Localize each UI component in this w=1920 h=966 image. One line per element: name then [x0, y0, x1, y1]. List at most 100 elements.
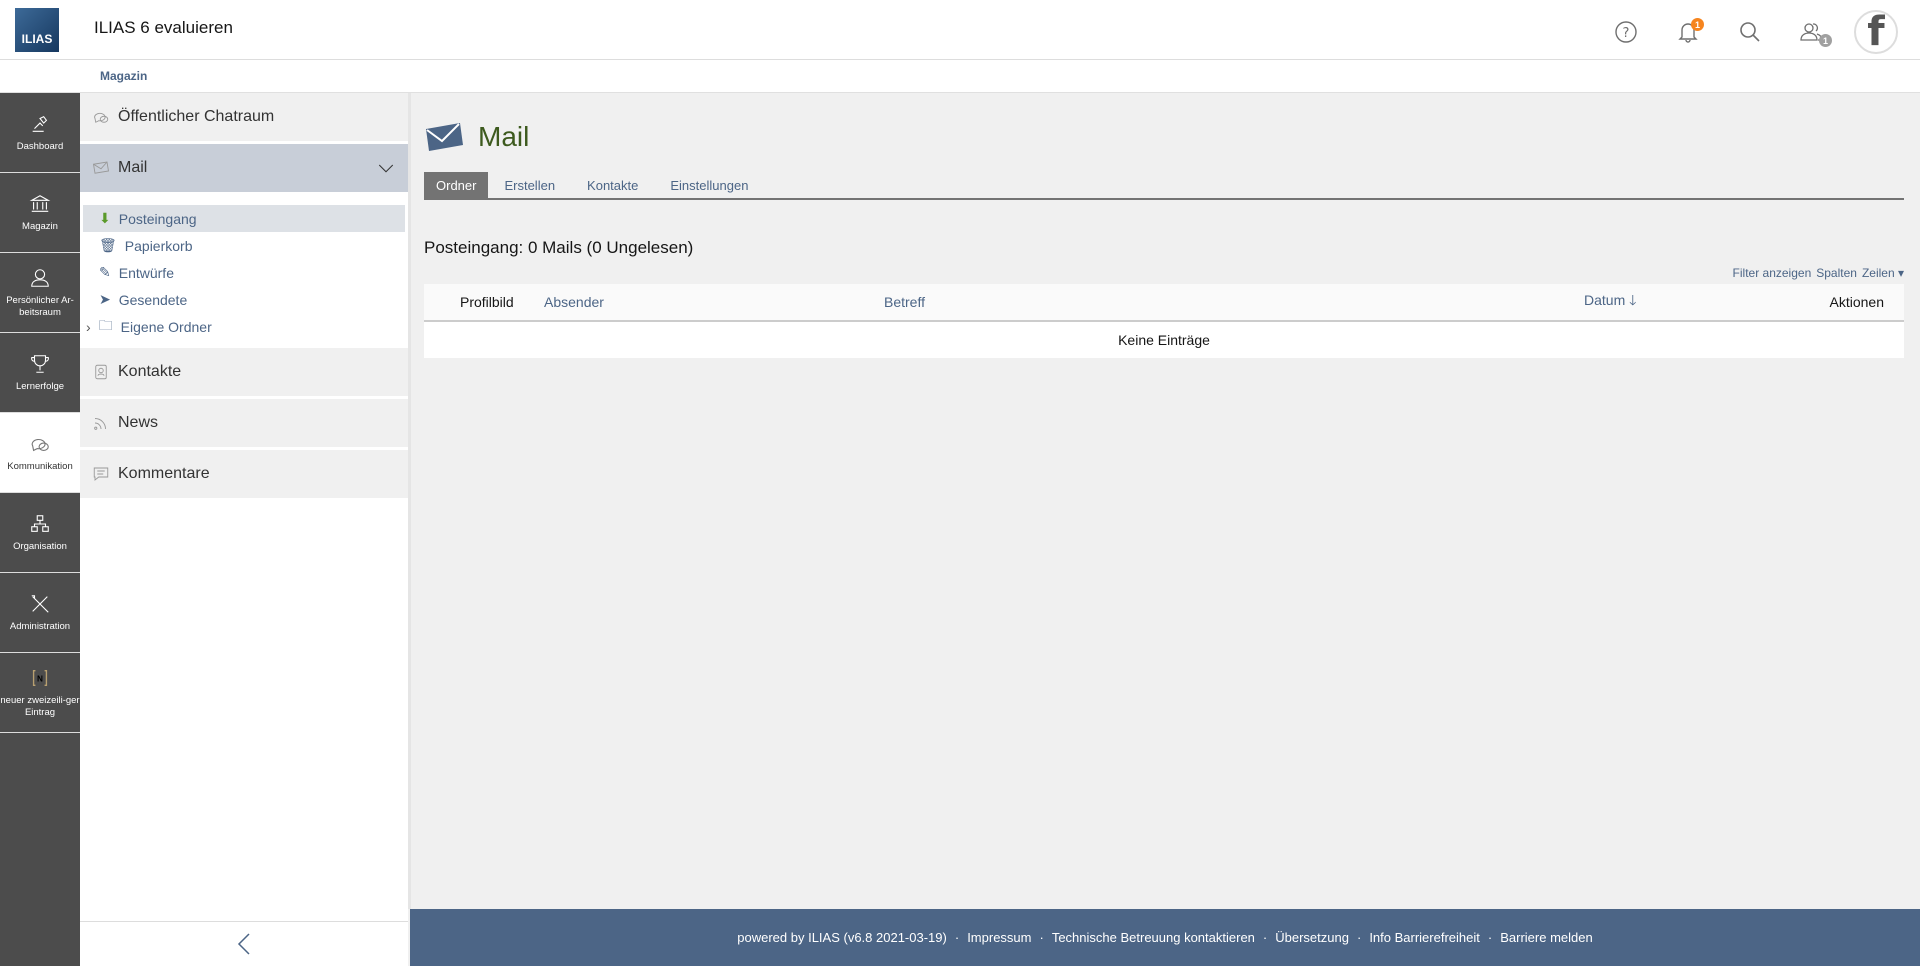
mainbar-item-personal-workspace[interactable]: Persönlicher Ar-beitsraum — [0, 253, 80, 333]
ilias-logo[interactable]: ILIAS — [15, 8, 59, 52]
show-filter-link[interactable]: Filter anzeigen — [1733, 266, 1812, 280]
tab-einstellungen[interactable]: Einstellungen — [654, 172, 764, 198]
page-title: Mail — [478, 121, 530, 152]
communication-slate: Öffentlicher Chatraum Mail ⬇ Posteingang … — [80, 93, 408, 966]
footer-link-translation[interactable]: Übersetzung — [1275, 930, 1349, 945]
slate-item-label: Mail — [118, 159, 148, 176]
mainbar-label: Lernerfolge — [15, 380, 65, 392]
header: ILIAS ILIAS 6 evaluieren ? 1 1 f — [0, 0, 1920, 60]
trophy-icon — [31, 354, 49, 373]
tools-icon — [31, 594, 49, 613]
mainbar-item-dashboard[interactable]: Dashboard — [0, 93, 80, 173]
slate-item-label: News — [118, 414, 159, 431]
contact-card-icon — [95, 364, 107, 380]
tab-bar: Ordner Erstellen Kontakte Einstellungen — [424, 172, 1904, 200]
breadcrumb-item-magazin[interactable]: Magazin — [100, 69, 147, 83]
column-absender[interactable]: Absender — [544, 284, 884, 322]
trash-icon: 🗑 — [99, 237, 117, 253]
slate-scrollbar[interactable] — [408, 93, 411, 909]
footer-link-impressum[interactable]: Impressum — [967, 930, 1031, 945]
svg-text:?: ? — [1623, 26, 1630, 41]
footer-link-accessibility-info[interactable]: Info Barrierefreiheit — [1369, 930, 1480, 945]
column-datum-label: Datum — [1584, 292, 1626, 308]
send-icon: ➤ — [99, 291, 111, 307]
mainbar-item-kommunikation[interactable]: Kommunikation — [0, 413, 80, 493]
search-icon[interactable] — [1730, 12, 1770, 52]
tab-ordner[interactable]: Ordner — [424, 172, 489, 198]
rows-dropdown[interactable]: Zeilen ▾ — [1862, 266, 1904, 280]
breadcrumb: Magazin — [0, 60, 1920, 93]
footer-link-report-barrier[interactable]: Barriere melden — [1500, 930, 1593, 945]
mail-envelope-icon — [426, 123, 463, 151]
tab-erstellen[interactable]: Erstellen — [488, 172, 571, 198]
mainbar-item-custom-entry[interactable]: Nneuer zweizeili-ger Eintrag — [0, 653, 80, 733]
chevron-down-icon[interactable] — [376, 159, 396, 177]
folder-icon: 🗀 — [98, 316, 113, 333]
folder-label: Posteingang — [118, 210, 197, 227]
folder-label: Gesendete — [118, 291, 188, 308]
chat-icon — [94, 112, 109, 123]
slate-item-label: Öffentlicher Chatraum — [118, 108, 275, 125]
powered-by: powered by ILIAS (v6.8 2021-03-19) — [737, 930, 947, 945]
chevron-left-icon — [237, 933, 250, 955]
table-tools: Filter anzeigen Spalten Zeilen ▾ — [424, 266, 1904, 282]
user-icon — [31, 268, 49, 287]
slate-item-label: Kommentare — [118, 465, 210, 482]
installation-title: ILIAS 6 evaluieren — [94, 18, 233, 37]
column-betreff[interactable]: Betreff — [884, 284, 1584, 322]
mainbar-item-lernerfolge[interactable]: Lernerfolge — [0, 333, 80, 413]
empty-message: Keine Einträge — [1118, 332, 1210, 348]
chevron-right-icon[interactable]: › — [86, 319, 91, 335]
mail-folder-entwuerfe[interactable]: ✎ Entwürfe — [83, 259, 405, 286]
slate-item-news[interactable]: News — [80, 399, 408, 447]
chat-icon — [31, 438, 49, 451]
comment-icon — [93, 467, 109, 481]
mail-folder-eigene-ordner[interactable]: › 🗀 Eigene Ordner — [83, 313, 405, 340]
collapse-slate-button[interactable] — [80, 921, 408, 966]
help-icon[interactable]: ? — [1606, 12, 1646, 52]
notification-badge: 1 — [1691, 18, 1704, 31]
mainbar-label: Kommunikation — [7, 460, 73, 472]
sort-down-icon: 🡓 — [1629, 292, 1637, 308]
table-title: Posteingang: 0 Mails (0 Ungelesen) — [424, 238, 694, 257]
tab-kontakte[interactable]: Kontakte — [571, 172, 654, 198]
slate-item-label: Kontakte — [118, 363, 182, 380]
mainbar-label: Organisation — [13, 540, 67, 552]
folder-label: Papierkorb — [124, 237, 193, 254]
column-datum[interactable]: Datum 🡓 — [1584, 284, 1784, 322]
mainbar-label: neuer zweizeili-ger Eintrag — [0, 694, 80, 718]
mainbar-item-administration[interactable]: Administration — [0, 573, 80, 653]
mainbar-label: Persönlicher Ar-beitsraum — [6, 294, 74, 318]
mail-folder-papierkorb[interactable]: 🗑 Papierkorb — [83, 232, 405, 259]
mail-table: Profilbild Absender Betreff Datum 🡓 Akti… — [424, 284, 1904, 358]
slate-item-public-chat[interactable]: Öffentlicher Chatraum — [80, 93, 408, 141]
pencil-icon: ✎ — [99, 264, 111, 280]
slate-item-kommentare[interactable]: Kommentare — [80, 450, 408, 498]
user-avatar[interactable]: f — [1854, 10, 1898, 54]
mainbar-item-organisation[interactable]: Organisation — [0, 493, 80, 573]
folder-label: Eigene Ordner — [120, 318, 212, 335]
mail-folder-gesendete[interactable]: ➤ Gesendete — [83, 286, 405, 313]
mainbar-label: Administration — [9, 620, 71, 632]
folder-label: Entwürfe — [118, 264, 174, 281]
slate-item-kontakte[interactable]: Kontakte — [80, 348, 408, 396]
mainbar-item-magazin[interactable]: Magazin — [0, 173, 80, 253]
mail-icon — [92, 161, 110, 174]
inbox-icon: ⬇ — [99, 210, 111, 226]
contacts-badge: 1 — [1819, 34, 1832, 47]
mail-folder-posteingang[interactable]: ⬇ Posteingang — [83, 205, 405, 232]
column-profilbild: Profilbild — [424, 284, 544, 322]
contacts-icon[interactable]: 1 — [1792, 12, 1832, 52]
footer-link-support[interactable]: Technische Betreuung kontaktieren — [1052, 930, 1255, 945]
main-bar: Dashboard Magazin Persönlicher Ar-beitsr… — [0, 93, 80, 966]
dashboard-icon — [32, 115, 48, 132]
n-icon: N — [32, 669, 48, 686]
columns-link[interactable]: Spalten — [1816, 266, 1857, 280]
mainbar-label: Magazin — [22, 220, 58, 232]
svg-text:N: N — [37, 674, 43, 683]
slate-item-mail[interactable]: Mail — [80, 144, 408, 192]
repository-icon — [29, 194, 51, 212]
rss-icon — [94, 418, 106, 430]
org-icon — [31, 514, 49, 532]
notification-bell-icon[interactable]: 1 — [1668, 12, 1708, 52]
